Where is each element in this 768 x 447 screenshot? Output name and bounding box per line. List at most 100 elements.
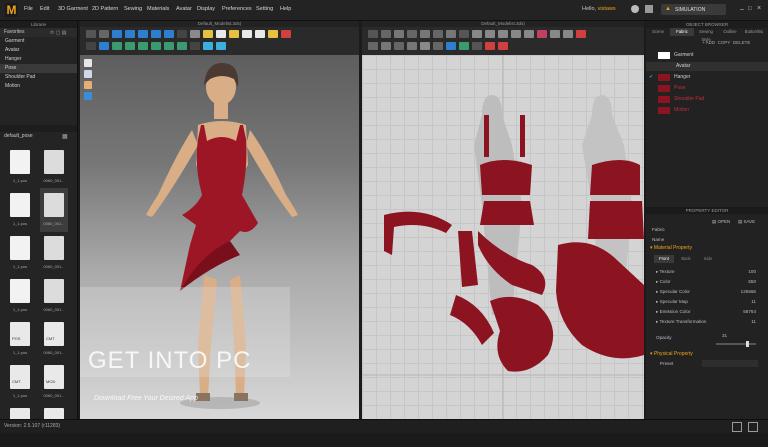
material-row[interactable]: ▸ Specular Map 11 [646,297,768,306]
thumbnail-item[interactable]: 0060_001... [40,145,68,189]
toolbar-tool-icon[interactable] [511,30,521,38]
toolbar-tool-icon[interactable] [368,42,378,50]
toolbar-tool-icon[interactable] [177,42,187,50]
toolbar-tool-icon[interactable] [433,30,443,38]
toolbar-tool-icon[interactable] [125,42,135,50]
toolbar-tool-icon[interactable] [472,30,482,38]
favorite-shoulder-pad[interactable]: Shoulder Pad [0,73,77,82]
material-tab-side[interactable]: Side [698,255,718,263]
menu-setting[interactable]: Setting [256,6,273,12]
toolbar-tool-icon[interactable] [281,30,291,38]
toolbar-tool-icon[interactable] [459,30,469,38]
toolbar-tool-icon[interactable] [407,30,417,38]
material-tab-front[interactable]: Front [654,255,674,263]
toolbar-tool-icon[interactable] [138,42,148,50]
thumbnail-item[interactable]: POS 1_1.pos [6,317,34,361]
physical-property-header[interactable]: ▾ Physical Property [650,351,693,357]
toolbar-tool-icon[interactable] [446,42,456,50]
toolbar-tool-icon[interactable] [459,42,469,50]
menu-edit[interactable]: Edit [40,6,49,12]
opacity-slider-thumb[interactable] [746,341,749,347]
add-button[interactable]: + ADD [702,40,715,45]
toolbar-tool-icon[interactable] [151,30,161,38]
menu-preferences[interactable]: Preferences [222,6,252,12]
toolbar-tool-icon[interactable] [190,30,200,38]
tab-button-bu[interactable]: Button/Bu [742,28,766,36]
toolbar-tool-icon[interactable] [394,42,404,50]
copy-button[interactable]: COPY [718,40,731,45]
toolbar-tool-icon[interactable] [99,42,109,50]
maximize-icon[interactable]: □ [748,6,752,12]
toolbar-tool-icon[interactable] [190,42,200,50]
toolbar-tool-icon[interactable] [485,30,495,38]
thumbnail-item[interactable]: 0060_001... [40,231,68,275]
menu-display[interactable]: Display [197,6,215,12]
thumbnail-item[interactable]: 0060_001... [40,274,68,318]
material-row[interactable]: ▸ Color 550 [646,277,768,286]
toolbar-tool-icon[interactable] [420,30,430,38]
layout-icon[interactable] [732,422,742,432]
toolbar-tool-icon[interactable] [86,42,96,50]
menu-2d-pattern[interactable]: 2D Pattern [92,6,118,12]
tab-scene[interactable]: Scene [646,28,670,36]
toolbar-tool-icon[interactable] [112,30,122,38]
object-row[interactable]: Avatar [646,62,768,71]
object-row[interactable]: Shoulder Pad [646,95,768,104]
toolbar-tool-icon[interactable] [229,30,239,38]
delete-button[interactable]: DELETE [733,40,751,45]
preset-select[interactable] [702,360,758,367]
toolbar-tool-icon[interactable] [550,30,560,38]
menu-file[interactable]: File [24,6,33,12]
toolbar-tool-icon[interactable] [203,30,213,38]
thumbnail-item[interactable]: MOD 0060_001... [40,360,68,404]
toolbar-tool-icon[interactable] [151,42,161,50]
object-row[interactable]: Motion [646,106,768,115]
view-mode-icon[interactable]: ▦ [62,133,68,140]
toolbar-tool-icon[interactable] [164,30,174,38]
toolbar-tool-icon[interactable] [433,42,443,50]
toolbar-tool-icon[interactable] [485,42,495,50]
chat-icon[interactable] [645,5,653,13]
material-row[interactable]: ▸ Texture Transformation 11 [646,317,768,326]
toolbar-tool-icon[interactable] [255,30,265,38]
toolbar-tool-icon[interactable] [446,30,456,38]
material-row[interactable]: ▸ Emission Color 58764 [646,307,768,316]
toolbar-tool-icon[interactable] [99,30,109,38]
toolbar-tool-icon[interactable] [407,42,417,50]
tab-sewing-style[interactable]: Sewing Style [694,28,718,42]
object-row[interactable]: Pose [646,84,768,93]
user-name[interactable]: vistaws [598,6,616,12]
tab-fabric[interactable]: Fabric [670,28,694,36]
menu-sewing[interactable]: Sewing [124,6,142,12]
toolbar-tool-icon[interactable] [242,30,252,38]
material-tab-back[interactable]: Back [676,255,696,263]
toolbar-tool-icon[interactable] [203,42,213,50]
material-row[interactable]: ▸ Texture 100 [646,267,768,276]
3d-viewport[interactable]: GET INTO PC Download Free Your Desired A… [80,55,359,419]
menu-help[interactable]: Help [280,6,291,12]
favorite-garment[interactable]: Garment [0,37,77,46]
material-row[interactable]: ▸ Specular Color 125566 [646,287,768,296]
menu-avatar[interactable]: Avatar [176,6,192,12]
toolbar-tool-icon[interactable] [216,42,226,50]
toolbar-tool-icon[interactable] [177,30,187,38]
2d-pattern-view[interactable] [362,55,644,419]
toolbar-tool-icon[interactable] [138,30,148,38]
toolbar-tool-icon[interactable] [394,30,404,38]
toolbar-tool-icon[interactable] [576,30,586,38]
toolbar-tool-icon[interactable] [537,30,547,38]
toolbar-tool-icon[interactable] [381,30,391,38]
material-property-header[interactable]: ▾ Material Property [650,245,692,251]
opacity-slider[interactable] [716,341,756,347]
thumbnail-item[interactable]: 1_1.pos [6,188,34,232]
favorites-tool-icons[interactable]: ⟳ ▢ ▤ [50,29,66,38]
toolbar-tool-icon[interactable] [381,42,391,50]
toolbar-tool-icon[interactable] [216,30,226,38]
thumbnail-item[interactable]: CMT 1_1.pos [6,360,34,404]
toolbar-tool-icon[interactable] [563,30,573,38]
tab-outline[interactable]: Outline [718,28,742,36]
toolbar-tool-icon[interactable] [368,30,378,38]
menu-3d-garment[interactable]: 3D Garment [58,6,88,12]
favorite-avatar[interactable]: Avatar [0,46,77,55]
user-icon[interactable] [631,5,639,13]
